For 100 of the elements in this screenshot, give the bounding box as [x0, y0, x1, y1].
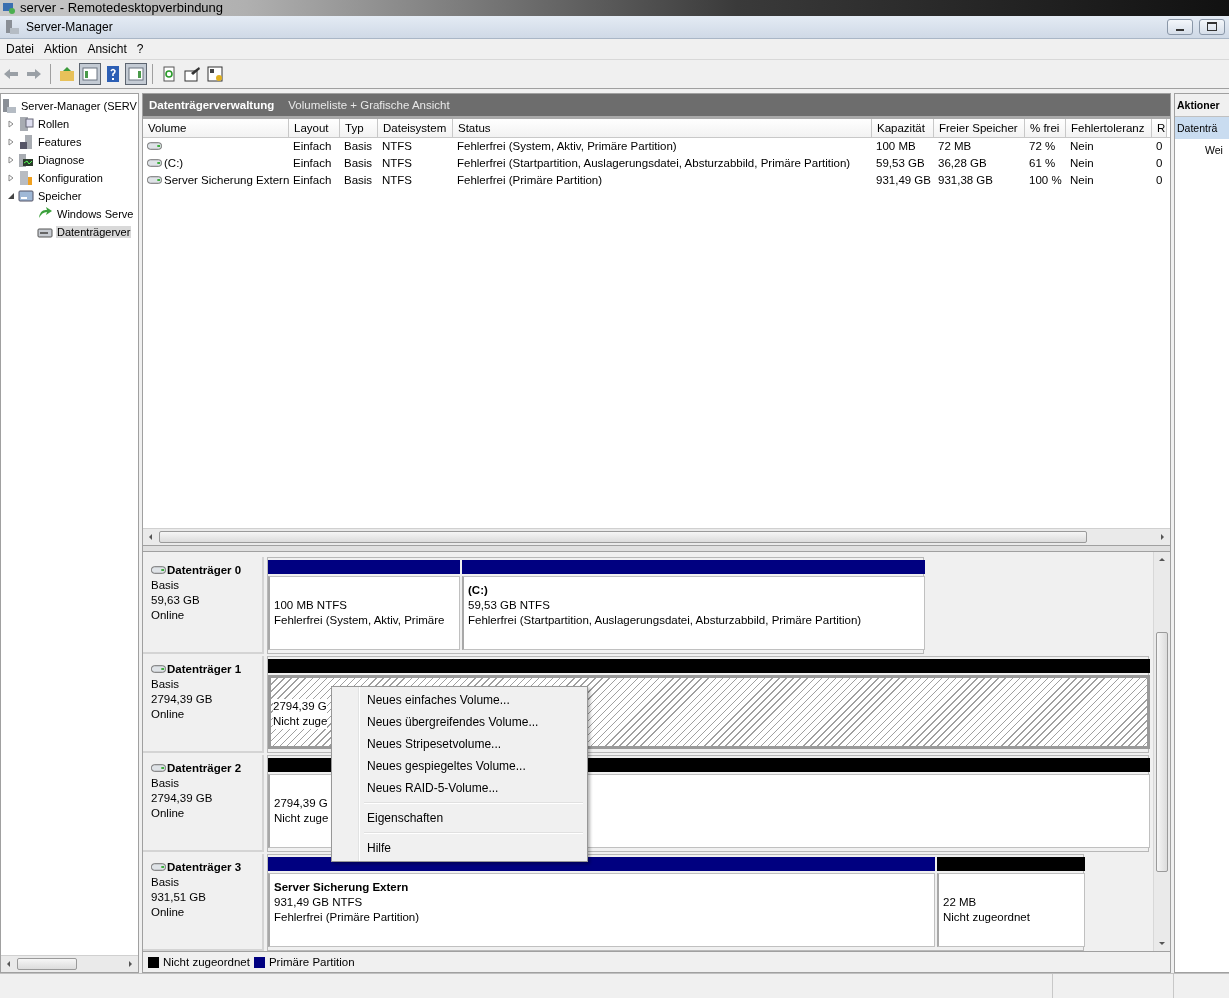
partition-block[interactable]: 22 MB Nicht zugeordnet: [937, 872, 1085, 947]
disk-type: Basis: [151, 577, 180, 593]
partition-block[interactable]: (C:) 59,53 GB NTFS Fehlerfrei (Startpartition, Auslagerungsdatei, Absturzabbild, Primäre Partition): [462, 575, 925, 650]
drive-icon: [151, 863, 166, 872]
menu-item[interactable]: Eigenschaften: [334, 807, 585, 829]
table-cell: Nein: [1070, 174, 1094, 187]
partition-block[interactable]: 100 MB NTFS Fehlerfrei (System, Aktiv, Primäre: [268, 575, 460, 650]
folder-icon: [58, 64, 76, 83]
menu-item[interactable]: Neues RAID-5-Volume...: [334, 777, 585, 799]
disk-size: 2794,39 GB: [151, 790, 213, 806]
tree-item[interactable]: Windows Serve: [56, 207, 135, 220]
disk-type: Basis: [151, 676, 180, 692]
table-cell: Fehlerfrei (System, Aktiv, Primäre Partition): [457, 140, 677, 153]
server-icon: [1, 97, 17, 114]
table-cell: Fehlerfrei (Startpartition, Auslagerungsdatei, Absturzabbild, Primäre Partition): [457, 157, 851, 170]
diagnostics-icon: [18, 151, 34, 168]
tree-item[interactable]: Rollen: [37, 117, 71, 130]
disk-status: Online: [151, 805, 185, 821]
table-cell: 59,53 GB: [876, 157, 925, 170]
disk-type: Basis: [151, 775, 180, 791]
disk-name: Datenträger 2: [167, 760, 242, 776]
table-cell: Basis: [344, 157, 373, 170]
tree-item[interactable]: Konfiguration: [37, 171, 104, 184]
help-icon: [104, 64, 122, 83]
table-cell: Einfach: [293, 140, 332, 153]
table-cell: NTFS: [382, 174, 413, 187]
table-cell: 931,38 GB: [938, 174, 993, 187]
scrollbar-thumb[interactable]: [159, 530, 1087, 543]
table-cell: 0: [1156, 140, 1163, 153]
table-cell: 72 MB: [938, 140, 972, 153]
partition-block[interactable]: Server Sicherung Extern 931,49 GB NTFS Fehlerfrei (Primäre Partition): [268, 872, 935, 947]
table-cell: Einfach: [293, 157, 332, 170]
table-cell: 100 MB: [876, 140, 916, 153]
storage-icon: [18, 187, 34, 204]
tree-item[interactable]: Datenträgerver: [56, 225, 132, 238]
disk-status: Online: [151, 706, 185, 722]
tree-item[interactable]: Speicher: [37, 189, 83, 202]
collapse-icon[interactable]: [7, 191, 15, 200]
table-cell: Einfach: [293, 174, 332, 187]
roles-icon: [18, 115, 34, 132]
drive-icon: [147, 142, 162, 151]
table-cell: 931,49 GB: [876, 174, 931, 187]
panel-title: Datenträgerverwaltung: [149, 98, 275, 111]
refresh-icon: [160, 64, 178, 83]
actions-section[interactable]: Datenträ: [1175, 116, 1229, 139]
remote-desktop-icon: [2, 1, 16, 15]
maximize-button[interactable]: [1199, 18, 1225, 35]
menu-item[interactable]: Aktion: [40, 41, 82, 56]
configuration-icon: [18, 169, 34, 186]
expand-icon[interactable]: [7, 119, 15, 128]
server-icon: [4, 18, 20, 35]
table-cell: 61 %: [1029, 157, 1056, 170]
expand-icon[interactable]: [7, 155, 15, 164]
expand-icon[interactable]: [7, 173, 15, 182]
menu-item[interactable]: Ansicht: [83, 41, 131, 56]
tree-item[interactable]: Server-Manager (SERV: [20, 99, 138, 112]
drive-icon: [151, 764, 166, 773]
disk-status: Online: [151, 904, 185, 920]
actions-title: Aktioner: [1175, 93, 1229, 117]
menu-item[interactable]: Neues einfaches Volume...: [334, 689, 585, 711]
tree-item[interactable]: Diagnose: [37, 153, 86, 166]
disk-name: Datenträger 3: [167, 859, 242, 875]
table-cell: Basis: [344, 174, 373, 187]
properties-icon: [183, 64, 201, 83]
disk-info-panel[interactable]: Datenträger 3 Basis 931,51 GB Online: [143, 853, 264, 951]
menu-item[interactable]: Datei: [2, 41, 38, 56]
tree-item[interactable]: Features: [37, 135, 83, 148]
partition-detail: 2794,39 G: [273, 698, 327, 714]
table-cell: Nein: [1070, 140, 1094, 153]
menu-item[interactable]: ?: [132, 41, 148, 56]
table-cell: NTFS: [382, 157, 413, 170]
expand-icon[interactable]: [7, 137, 15, 146]
table-cell: Nein: [1070, 157, 1094, 170]
pane-toggle-button[interactable]: [79, 62, 101, 85]
grid-icon: [206, 64, 224, 83]
table-cell: NTFS: [382, 140, 413, 153]
disk-name: Datenträger 1: [167, 661, 242, 677]
disk-info-panel[interactable]: Datenträger 0 Basis 59,63 GB Online: [143, 556, 264, 654]
disk-info-panel[interactable]: Datenträger 2 Basis 2794,39 GB Online: [143, 754, 264, 852]
splitter[interactable]: [143, 544, 1170, 552]
minimize-button[interactable]: [1167, 18, 1193, 35]
menu-item[interactable]: Neues übergreifendes Volume...: [334, 711, 585, 733]
action-link[interactable]: Wei: [1175, 138, 1225, 161]
disk-type: Basis: [151, 874, 180, 890]
table-cell: Basis: [344, 140, 373, 153]
partition-name: Server Sicherung Extern: [274, 879, 409, 895]
drive-icon: [147, 159, 162, 168]
remote-desktop-title: server - Remotedesktopverbindung: [20, 0, 224, 16]
table-cell: 72 %: [1029, 140, 1056, 153]
scrollbar-thumb[interactable]: [1156, 631, 1168, 872]
drive-icon: [151, 566, 166, 575]
pane-toggle-button[interactable]: [125, 62, 147, 85]
disk-name: Datenträger 0: [167, 562, 242, 578]
disk-info-panel[interactable]: Datenträger 1 Basis 2794,39 GB Online: [143, 655, 264, 753]
table-cell: Fehlerfrei (Primäre Partition): [457, 174, 603, 187]
window-title: Server-Manager: [26, 19, 113, 34]
partition-name: (C:): [468, 582, 488, 598]
table-cell: (C:): [164, 157, 184, 170]
scrollbar-thumb[interactable]: [17, 958, 77, 971]
disk-status: Online: [151, 607, 185, 623]
